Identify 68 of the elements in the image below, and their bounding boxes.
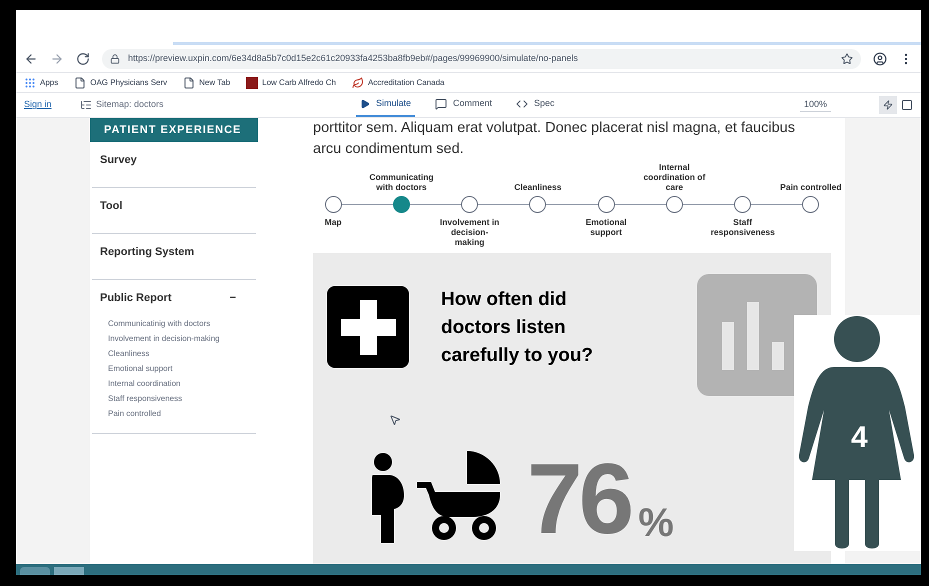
step-node[interactable] <box>666 196 683 213</box>
step-label: Cleanliness <box>513 182 562 192</box>
collapse-toggle[interactable]: − <box>230 290 236 307</box>
bookmark-link[interactable]: Apps <box>24 76 58 88</box>
sidebar-item[interactable]: Reporting System <box>100 244 194 261</box>
sidebar-item[interactable]: Survey <box>100 152 137 169</box>
page-icon <box>74 76 86 88</box>
comment-icon <box>435 98 448 110</box>
sidebar-subitem[interactable]: Staff responsiveness <box>108 392 256 406</box>
site-favicon-icon <box>246 76 258 88</box>
question-text: How often did doctors listen carefully to you? <box>441 288 594 368</box>
sidebar-subitem[interactable]: Communicatinig with doctors <box>108 317 256 331</box>
back-icon[interactable] <box>24 52 38 66</box>
sidebar-subitem[interactable]: Emotional support <box>108 362 256 376</box>
start-button[interactable] <box>20 567 50 575</box>
percent-value: 76 <box>527 455 630 543</box>
step-label: Emotional support <box>584 217 628 237</box>
step-node[interactable] <box>392 196 410 213</box>
play-icon <box>360 99 370 109</box>
step-node[interactable] <box>324 196 342 213</box>
sitemap-icon <box>80 99 92 111</box>
zoom-level: 100% <box>800 98 831 112</box>
toolbar-tab[interactable]: Comment <box>431 93 496 117</box>
sidebar-subitem[interactable]: Cleanliness <box>108 347 256 361</box>
panel-icon[interactable] <box>901 99 913 111</box>
star-icon[interactable] <box>841 52 853 64</box>
bookmark-link[interactable]: Low Carb Alfredo Ch <box>246 76 336 88</box>
sign-in-link[interactable]: Sign in <box>24 98 64 112</box>
reload-icon[interactable] <box>76 52 90 66</box>
mouse-pointer-icon <box>389 414 401 426</box>
intro-paragraph: porttitor sem. Aliquam erat volutpat. Donec placerat nisl magna, et faucibus arcu condimentum sed. <box>313 119 796 159</box>
step-label: Involvement in decision-making <box>438 217 500 247</box>
step-label: Pain controlled <box>779 182 843 192</box>
sidebar-header: PATIENT EXPERIENCE <box>90 118 258 142</box>
sidebar-item[interactable]: Tool <box>100 198 122 215</box>
page-icon <box>183 76 196 88</box>
baby-stroller-icon <box>417 451 501 543</box>
url-text: https://preview.uxpin.com/6e34d8a5b7c0d15e2c61c20933fa4253ba8fb9eb#/pages/99969900/simulate/no-panels <box>128 52 578 65</box>
medical-cross-icon <box>327 286 409 368</box>
apps-grid-icon <box>24 76 36 88</box>
account-icon[interactable] <box>873 52 887 66</box>
step-node[interactable] <box>802 196 820 213</box>
bookmark-link[interactable]: OAG Physicians Serv <box>74 76 168 88</box>
step-label: Staff responsiveness <box>710 217 775 237</box>
flash-button[interactable] <box>879 96 897 114</box>
step-label: Map <box>324 217 343 227</box>
sitemap-label: Sitemap: doctors <box>96 98 165 112</box>
flash-icon <box>883 100 893 110</box>
step-node[interactable] <box>734 196 752 213</box>
step-label: Communicating with doctors <box>369 172 434 192</box>
overlay-number: 4 <box>851 420 868 456</box>
address-bar[interactable]: https://preview.uxpin.com/6e34d8a5b7c0d15e2c61c20933fa4253ba8fb9eb#/pages/99969900/simulate/no-panels <box>102 48 861 68</box>
sidebar-subitem[interactable]: Involvement in decision-making <box>108 332 256 346</box>
step-label: Internal coordination of care <box>642 162 706 192</box>
sidebar-item[interactable]: Public Report <box>100 290 172 307</box>
sidebar-subitem[interactable]: Pain controlled <box>108 407 256 421</box>
leaf-icon <box>352 76 364 88</box>
bookmark-link[interactable]: New Tab <box>183 76 230 88</box>
step-node[interactable] <box>598 196 615 213</box>
code-icon <box>516 98 528 110</box>
sidebar-subitem[interactable]: Internal coordination <box>108 377 256 391</box>
step-node[interactable] <box>529 196 546 213</box>
step-node[interactable] <box>461 196 478 213</box>
forward-icon[interactable] <box>50 52 64 66</box>
lock-icon <box>110 54 120 64</box>
percent-sign: % <box>638 503 674 543</box>
bookmark-link[interactable]: Accreditation Canada <box>352 76 444 88</box>
toolbar-tab[interactable]: Spec <box>512 93 559 117</box>
